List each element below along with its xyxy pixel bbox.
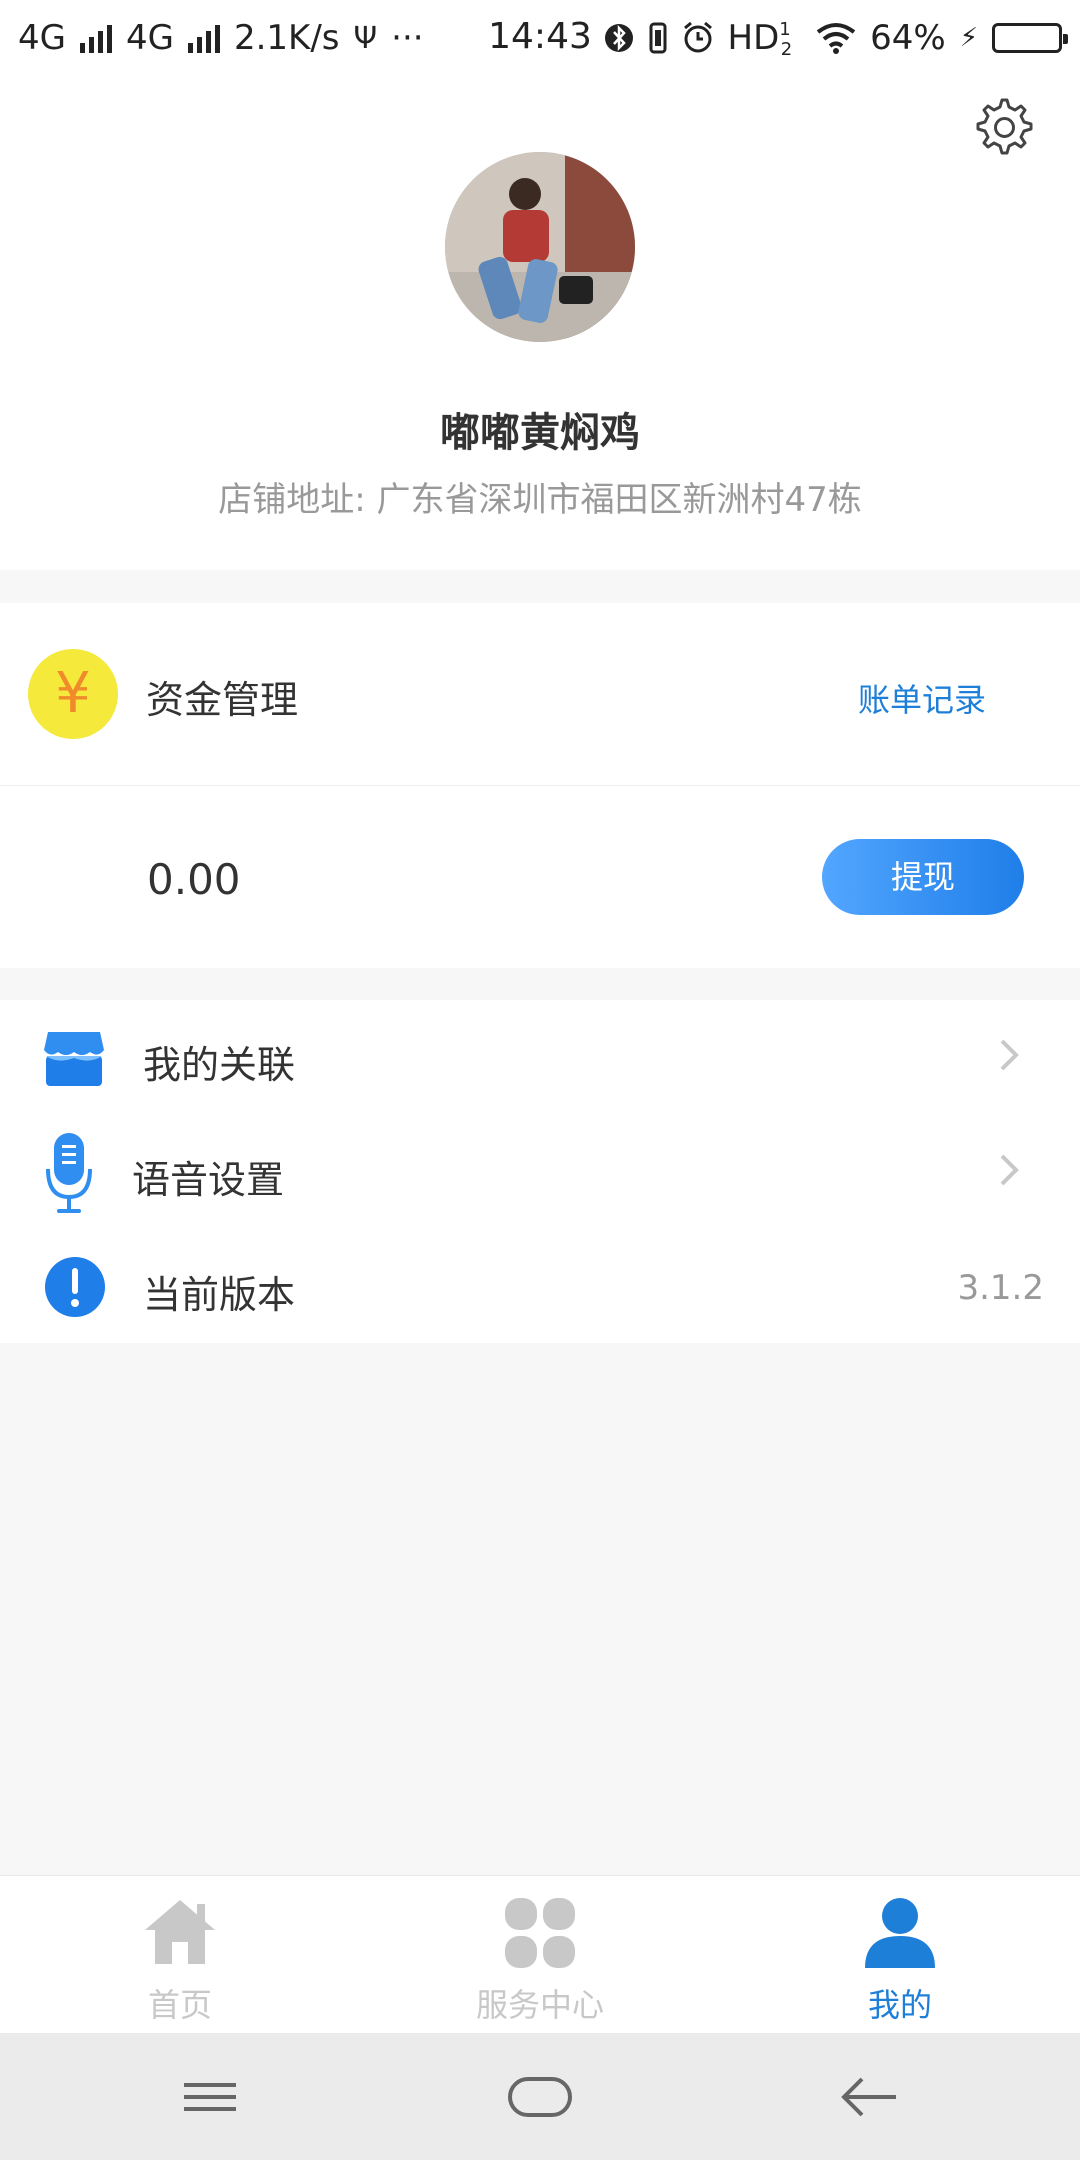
yen-icon: ¥ [28, 649, 118, 739]
funds-card: ¥ 资金管理 账单记录 0.00 提现 [0, 603, 1080, 968]
menu-item-current-version: 当前版本 3.1.2 [0, 1230, 1080, 1345]
vibrate-icon [649, 22, 666, 54]
battery-icon [992, 23, 1068, 53]
shop-name: 嘟嘟黄焖鸡 [440, 410, 640, 456]
network-speed: 2.1K/s [233, 18, 340, 58]
bottom-nav: 首页 服务中心 我的 [0, 1875, 1080, 2033]
menu-label: 当前版本 [143, 1273, 296, 1317]
info-icon [45, 1257, 105, 1317]
nav-tab-home[interactable]: 首页 [0, 1876, 360, 2034]
status-right: HD12 64% ⚡ [604, 18, 1068, 60]
hd-indicator: HD12 [727, 18, 793, 60]
signal-icon [79, 23, 112, 53]
menu-icon[interactable] [174, 2067, 246, 2127]
nav-label: 服务中心 [475, 1986, 604, 2024]
usb-icon: Ψ [353, 20, 378, 56]
battery-percent: 64% [870, 18, 946, 58]
nav-tab-mine[interactable]: 我的 [720, 1876, 1080, 2034]
status-left: 4G 4G 2.1K/s Ψ ··· [18, 18, 424, 58]
balance-amount: 0.00 [147, 855, 241, 904]
wifi-icon [816, 23, 856, 54]
avatar[interactable] [445, 152, 635, 342]
chevron-right-icon [1000, 1039, 1019, 1071]
shop-address: 店铺地址: 广东省深圳市福田区新洲村47栋 [218, 480, 862, 520]
funds-header: ¥ 资金管理 账单记录 [0, 603, 1080, 786]
settings-menu: 我的关联 语音设置 当前版本 3.1.2 [0, 1000, 1080, 1343]
profile-header: 嘟嘟黄焖鸡 店铺地址: 广东省深圳市福田区新洲村47栋 [0, 76, 1080, 570]
withdraw-button[interactable]: 提现 [822, 839, 1024, 915]
alarm-icon [683, 21, 712, 53]
system-nav-bar [0, 2033, 1080, 2160]
bluetooth-icon [604, 24, 633, 52]
avatar-image [445, 152, 635, 342]
gear-icon[interactable] [970, 94, 1034, 158]
microphone-icon [46, 1133, 92, 1213]
nav-label: 我的 [867, 1986, 932, 2024]
nav-label: 首页 [147, 1986, 212, 2024]
funds-title: 资金管理 [146, 678, 299, 722]
menu-item-voice-settings[interactable]: 语音设置 [0, 1115, 1080, 1230]
home-button-icon[interactable] [504, 2067, 576, 2127]
home-icon [145, 1900, 215, 1964]
back-icon[interactable] [834, 2067, 906, 2127]
network-type-2: 4G [125, 18, 174, 58]
version-number: 3.1.2 [957, 1268, 1044, 1308]
more-notifications-icon: ··· [391, 18, 424, 58]
user-icon [865, 1898, 935, 1968]
menu-item-my-links[interactable]: 我的关联 [0, 1000, 1080, 1115]
menu-label: 我的关联 [143, 1043, 296, 1087]
signal-icon-2 [187, 23, 220, 53]
network-type-1: 4G [18, 18, 66, 58]
chevron-right-icon [1000, 1154, 1019, 1186]
menu-label: 语音设置 [132, 1158, 285, 1202]
bill-records-link[interactable]: 账单记录 [858, 675, 986, 721]
nav-tab-service-center[interactable]: 服务中心 [360, 1876, 720, 2034]
charging-icon: ⚡ [959, 23, 978, 53]
store-icon [44, 1032, 104, 1086]
grid-icon [505, 1898, 575, 1968]
status-bar: 4G 4G 2.1K/s Ψ ··· 14:43 HD12 64% ⚡ [0, 0, 1080, 76]
